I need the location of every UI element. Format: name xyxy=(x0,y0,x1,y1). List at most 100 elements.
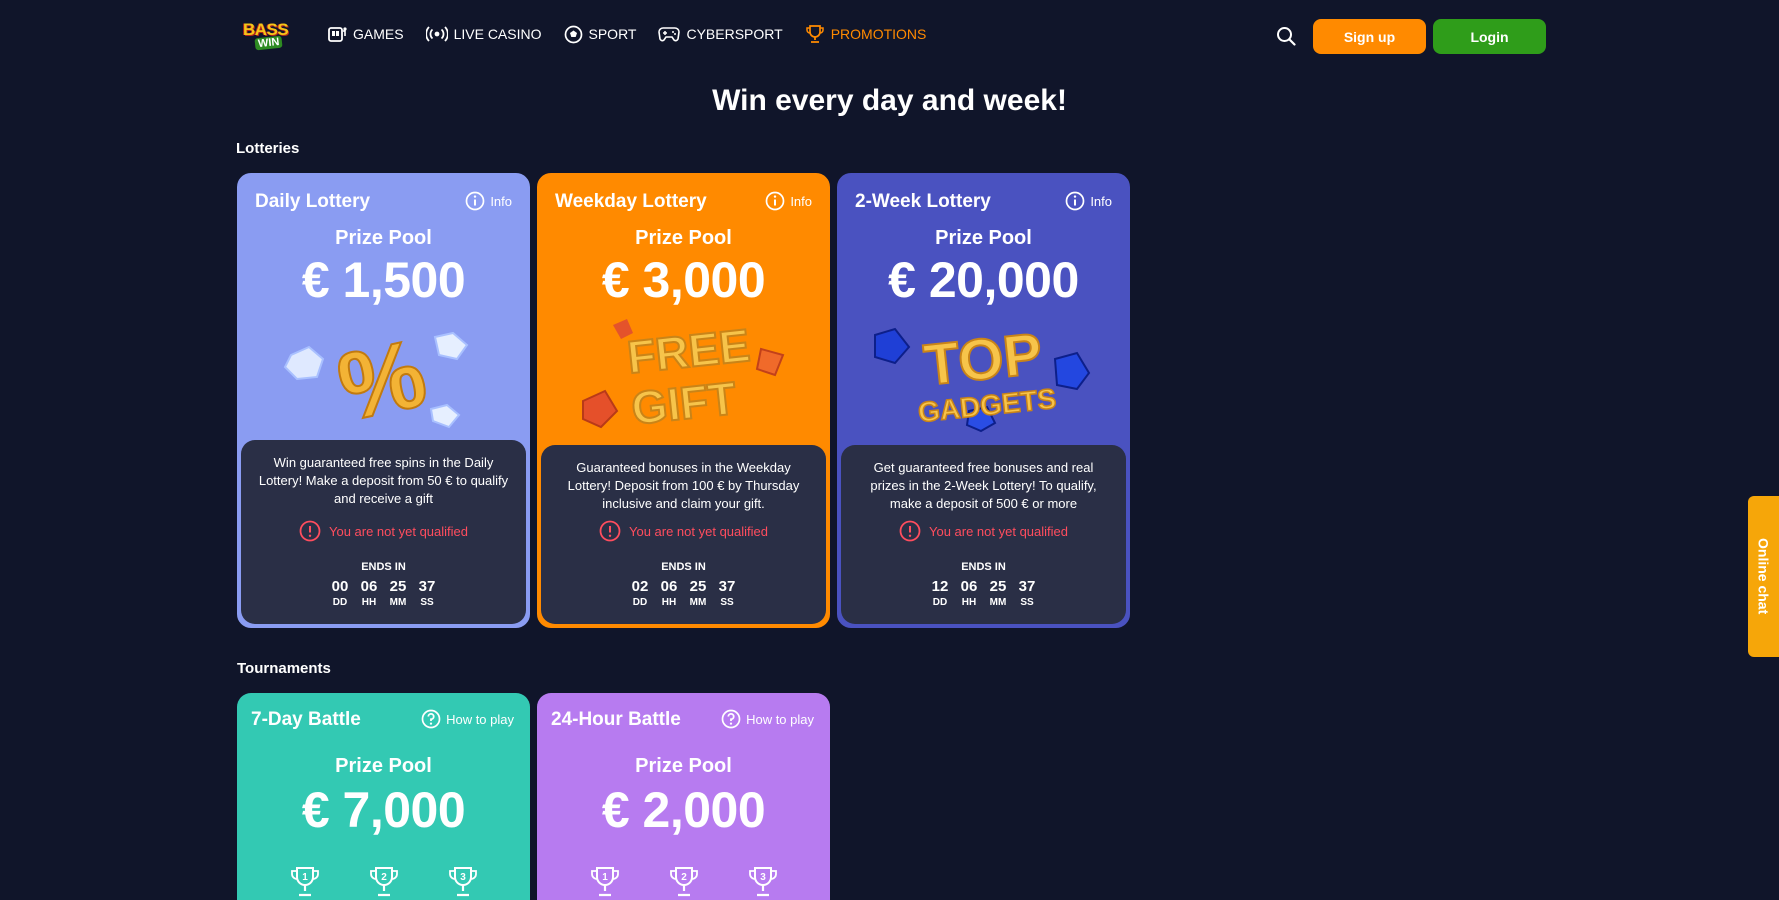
svg-text:1: 1 xyxy=(602,872,608,883)
lottery-description: Guaranteed bonuses in the Weekday Lotter… xyxy=(567,460,800,511)
trophy-2-icon: 2 xyxy=(369,867,398,897)
lotteries-heading: Lotteries xyxy=(236,140,300,157)
lottery-card-weekday[interactable]: Weekday Lottery Info Prize Pool € 3,000 … xyxy=(537,173,830,628)
timer-minutes-label: MM xyxy=(689,597,707,608)
nav-sport[interactable]: SPORT xyxy=(564,25,637,44)
free-gift-illustration: FREE GIFT xyxy=(539,315,828,435)
signup-button[interactable]: Sign up xyxy=(1313,19,1426,54)
nav-live-casino[interactable]: LIVE CASINO xyxy=(425,26,542,42)
help-circle-icon xyxy=(421,709,441,729)
qualification-status-text: You are not yet qualified xyxy=(628,523,768,539)
info-label: Info xyxy=(790,193,812,209)
alert-circle-icon xyxy=(299,520,321,542)
help-circle-icon xyxy=(721,709,741,729)
lottery-details-panel: Get guaranteed free bonuses and real pri… xyxy=(841,445,1126,624)
nav-sport-label: SPORT xyxy=(588,26,637,42)
lottery-card-daily[interactable]: Daily Lottery Info Prize Pool € 1,500 % … xyxy=(237,173,530,628)
timer-days-label: DD xyxy=(332,597,348,608)
ends-in-label: ENDS IN xyxy=(661,561,706,573)
nav-promotions-label: PROMOTIONS xyxy=(830,26,927,42)
lottery-details-panel: Win guaranteed free spins in the Daily L… xyxy=(241,440,526,624)
nav-games-label: GAMES xyxy=(353,26,404,42)
timer-hours-label: HH xyxy=(661,597,677,608)
prize-pool-label: Prize Pool xyxy=(635,755,732,777)
percent-crystals-illustration: % xyxy=(239,315,528,443)
trophy-3-icon: 3 xyxy=(448,867,477,897)
how-to-play-link[interactable]: How to play xyxy=(421,709,514,729)
timer-days-label: DD xyxy=(932,597,948,608)
lottery-description: Win guaranteed free spins in the Daily L… xyxy=(258,455,509,506)
timer-seconds-label: SS xyxy=(420,597,434,608)
qualification-status-text: You are not yet qualified xyxy=(928,523,1068,539)
svg-text:2: 2 xyxy=(381,872,387,883)
timer-minutes-label: MM xyxy=(389,597,407,608)
timer-minutes: 25 xyxy=(389,578,407,595)
timer-minutes: 25 xyxy=(989,578,1007,595)
qualification-status: You are not yet qualified xyxy=(541,520,826,542)
svg-text:3: 3 xyxy=(760,872,766,883)
trophy-1-icon: 1 xyxy=(590,867,619,897)
search-button[interactable] xyxy=(1276,26,1296,46)
nav-games[interactable]: GAMES xyxy=(328,25,404,43)
nav-cybersport[interactable]: CYBERSPORT xyxy=(658,26,783,42)
trophy-1-icon: 1 xyxy=(290,867,319,897)
lottery-card-2-week[interactable]: 2-Week Lottery Info Prize Pool € 20,000 … xyxy=(837,173,1130,628)
tournaments-heading: Tournaments xyxy=(237,660,331,677)
tournament-card-24-hour[interactable]: 24-Hour Battle How to play Prize Pool € … xyxy=(537,693,830,900)
tournament-card-7-day[interactable]: 7-Day Battle How to play Prize Pool € 7,… xyxy=(237,693,530,900)
timer-minutes: 25 xyxy=(689,578,707,595)
online-chat-tab[interactable]: Online chat xyxy=(1748,496,1779,657)
ends-in-label: ENDS IN xyxy=(961,561,1006,573)
trophy-icon xyxy=(805,25,824,43)
lottery-details-panel: Guaranteed bonuses in the Weekday Lotter… xyxy=(541,445,826,624)
main-nav: GAMES LIVE CASINO SPORT CYBERSPORT PROMO… xyxy=(328,24,948,44)
site-logo[interactable]: BASS WIN xyxy=(241,18,293,52)
prize-pool-value: € 7,000 xyxy=(301,782,466,838)
alert-circle-icon xyxy=(599,520,621,542)
info-icon xyxy=(765,191,785,211)
lottery-description: Get guaranteed free bonuses and real pri… xyxy=(870,460,1097,511)
card-title: Daily Lottery xyxy=(255,191,371,212)
podium-trophies: 1 2 3 xyxy=(237,865,530,899)
timer-seconds-label: SS xyxy=(1020,597,1034,608)
free-gift-text-2: GIFT xyxy=(629,372,739,435)
qualification-status: You are not yet qualified xyxy=(841,520,1126,542)
info-icon xyxy=(465,191,485,211)
prize-pool-value: € 3,000 xyxy=(601,252,766,308)
how-to-play-link[interactable]: How to play xyxy=(721,709,814,729)
nav-promotions[interactable]: PROMOTIONS xyxy=(805,24,927,44)
alert-circle-icon xyxy=(899,520,921,542)
soccer-ball-icon xyxy=(564,25,582,43)
timer-seconds: 37 xyxy=(718,578,736,595)
timer-days-label: DD xyxy=(632,597,648,608)
login-button[interactable]: Login xyxy=(1433,19,1546,54)
info-label: Info xyxy=(1090,193,1112,209)
prize-pool-label: Prize Pool xyxy=(335,755,432,777)
search-icon xyxy=(1277,27,1296,46)
timer-hours: 06 xyxy=(360,578,378,595)
info-link[interactable]: Info xyxy=(765,191,812,211)
timer-minutes-label: MM xyxy=(989,597,1007,608)
prize-pool-label: Prize Pool xyxy=(935,227,1032,249)
timer-days: 12 xyxy=(931,578,949,595)
timer-seconds-label: SS xyxy=(720,597,734,608)
qualification-status: You are not yet qualified xyxy=(241,520,526,542)
svg-text:%: % xyxy=(329,319,435,435)
site-header: BASS WIN GAMES LIVE CASINO SPORT CYBERSP… xyxy=(0,0,1779,72)
timer-hours-label: HH xyxy=(361,597,377,608)
info-link[interactable]: Info xyxy=(1065,191,1112,211)
timer-hours: 06 xyxy=(660,578,678,595)
card-title: 2-Week Lottery xyxy=(855,191,991,212)
prize-pool-label: Prize Pool xyxy=(335,227,432,249)
svg-text:3: 3 xyxy=(460,872,466,883)
info-link[interactable]: Info xyxy=(465,191,512,211)
card-title: 7-Day Battle xyxy=(251,709,361,730)
how-to-play-label: How to play xyxy=(746,711,814,727)
svg-text:2: 2 xyxy=(681,872,687,883)
info-icon xyxy=(1065,191,1085,211)
prize-pool-value: € 1,500 xyxy=(301,252,466,308)
page-title: Win every day and week! xyxy=(712,84,1067,117)
info-label: Info xyxy=(490,193,512,209)
how-to-play-label: How to play xyxy=(446,711,514,727)
podium-trophies: 1 2 3 xyxy=(537,865,830,899)
